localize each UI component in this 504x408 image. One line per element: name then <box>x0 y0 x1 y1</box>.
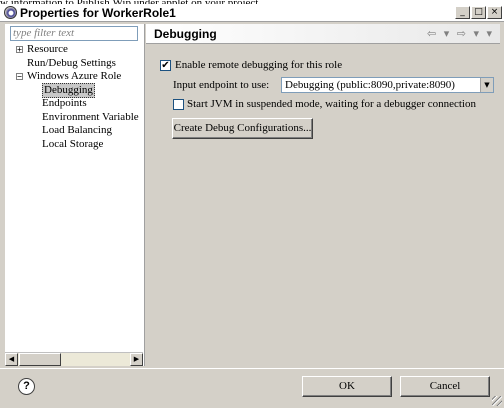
property-tree: + Resource Run/Debug Settings − Windows … <box>5 43 145 151</box>
tree-item-load-balancing[interactable]: Load Balancing <box>5 124 145 138</box>
input-endpoint-select[interactable]: Debugging (public:8090,private:8090) ▼ <box>281 77 494 93</box>
tree-item-endpoints[interactable]: Endpoints <box>5 97 145 111</box>
tree-item-label: Environment Variable <box>42 110 139 123</box>
tree-item-label: Run/Debug Settings <box>27 56 116 69</box>
maximize-button[interactable]: □ <box>471 6 486 19</box>
tree-item-label: Local Storage <box>42 137 104 150</box>
tree-item-label: Endpoints <box>42 97 87 109</box>
input-endpoint-value: Debugging (public:8090,private:8090) <box>285 79 455 91</box>
footer-divider <box>0 368 504 369</box>
scroll-left-icon[interactable]: ◀ <box>5 353 18 366</box>
window-title: Properties for WorkerRole1 <box>20 6 176 20</box>
title-bar: Properties for WorkerRole1 _ □ × <box>0 4 504 22</box>
scroll-thumb[interactable] <box>19 353 61 366</box>
page-header: Debugging ⇦ ▾ ⇨ ▾ ▾ <box>146 24 500 44</box>
minimize-button[interactable]: _ <box>455 6 470 19</box>
tree-item-windows-azure-role[interactable]: − Windows Azure Role <box>5 70 145 84</box>
filter-input[interactable]: type filter text <box>10 26 138 41</box>
page-title: Debugging <box>154 27 217 41</box>
tree-item-debugging[interactable]: Debugging <box>5 82 145 98</box>
eclipse-icon <box>4 6 17 19</box>
tree-item-label: Resource <box>27 43 68 55</box>
enable-remote-debugging-label: Enable remote debugging for this role <box>175 59 343 71</box>
tree-item-label: Debugging <box>42 82 95 98</box>
close-button[interactable]: × <box>487 6 502 19</box>
history-nav-icons[interactable]: ⇦ ▾ ⇨ ▾ ▾ <box>427 27 494 40</box>
help-icon[interactable]: ? <box>18 378 35 395</box>
ok-button[interactable]: OK <box>302 376 392 397</box>
tree-item-environment-variables[interactable]: Environment Variable <box>5 111 145 125</box>
tree-item-label: Windows Azure Role <box>27 70 122 82</box>
suspend-mode-label: Start JVM in suspended mode, waiting for… <box>187 98 476 110</box>
create-debug-configurations-button[interactable]: Create Debug Configurations... <box>172 118 313 139</box>
suspend-mode-checkbox[interactable] <box>173 99 184 110</box>
tree-item-label: Load Balancing <box>42 124 112 136</box>
resize-grip-icon[interactable] <box>492 396 502 406</box>
collapse-icon[interactable]: − <box>16 73 23 81</box>
enable-remote-debugging-checkbox[interactable]: ✔ <box>160 60 171 71</box>
input-endpoint-label: Input endpoint to use: <box>173 79 270 91</box>
cancel-button[interactable]: Cancel <box>400 376 490 397</box>
tree-item-local-storage[interactable]: Local Storage <box>5 138 145 152</box>
sidebar: type filter text + Resource Run/Debug Se… <box>5 24 145 366</box>
tree-item-resource[interactable]: + Resource <box>5 43 145 57</box>
tree-item-run-debug-settings[interactable]: Run/Debug Settings <box>5 57 145 71</box>
sidebar-horizontal-scrollbar[interactable]: ◀ ▶ <box>5 352 143 366</box>
expand-icon[interactable]: + <box>16 46 23 54</box>
scroll-right-icon[interactable]: ▶ <box>130 353 143 366</box>
chevron-down-icon[interactable]: ▼ <box>480 78 493 92</box>
